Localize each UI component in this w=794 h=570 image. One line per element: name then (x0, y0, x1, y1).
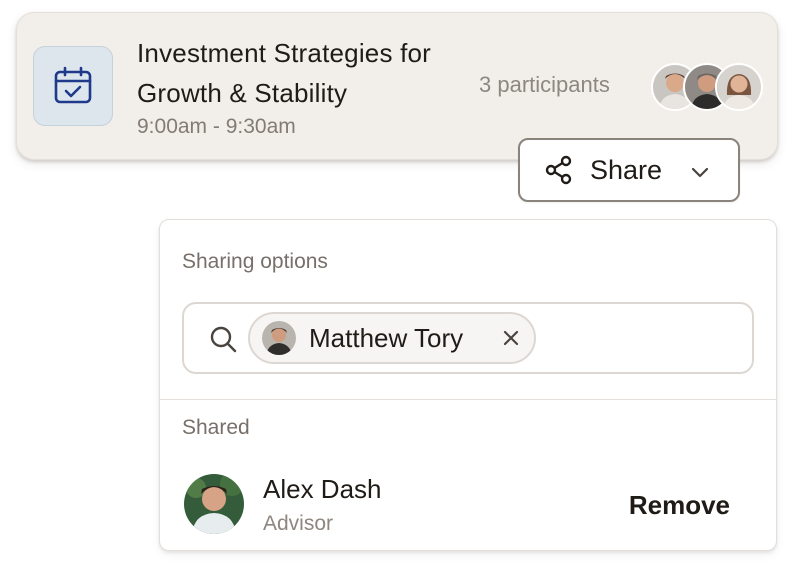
selected-person-chip[interactable]: Matthew Tory (248, 312, 536, 364)
sharing-options-heading: Sharing options (182, 250, 328, 273)
shared-user-name: Alex Dash (263, 474, 382, 504)
sharing-options-panel: Sharing options Matthew Tory Shared Alex… (159, 219, 777, 551)
shared-user-row: Alex Dash Advisor Remove (182, 472, 754, 536)
share-button-label: Share (590, 154, 663, 185)
calendar-tile (33, 46, 113, 126)
avatar (262, 321, 296, 355)
divider (160, 399, 776, 400)
calendar-check-icon (54, 66, 92, 104)
participants-count: 3 participants (479, 72, 610, 97)
share-icon (545, 155, 572, 185)
shared-user-role: Advisor (263, 512, 334, 535)
participant-avatar[interactable] (715, 63, 763, 111)
stage: Investment Strategies for Growth & Stabi… (0, 0, 794, 570)
remove-button[interactable]: Remove (629, 490, 730, 521)
share-button[interactable]: Share (518, 138, 740, 202)
shared-heading: Shared (182, 416, 250, 439)
search-icon (210, 326, 237, 353)
chip-label: Matthew Tory (309, 322, 464, 353)
close-icon[interactable] (502, 329, 520, 347)
event-time: 9:00am - 9:30am (137, 115, 296, 138)
share-search-input[interactable]: Matthew Tory (182, 302, 754, 374)
participant-avatars[interactable] (651, 63, 763, 111)
chevron-down-icon (691, 167, 709, 178)
event-title: Investment Strategies for Growth & Stabi… (137, 38, 432, 108)
avatar (184, 474, 244, 534)
